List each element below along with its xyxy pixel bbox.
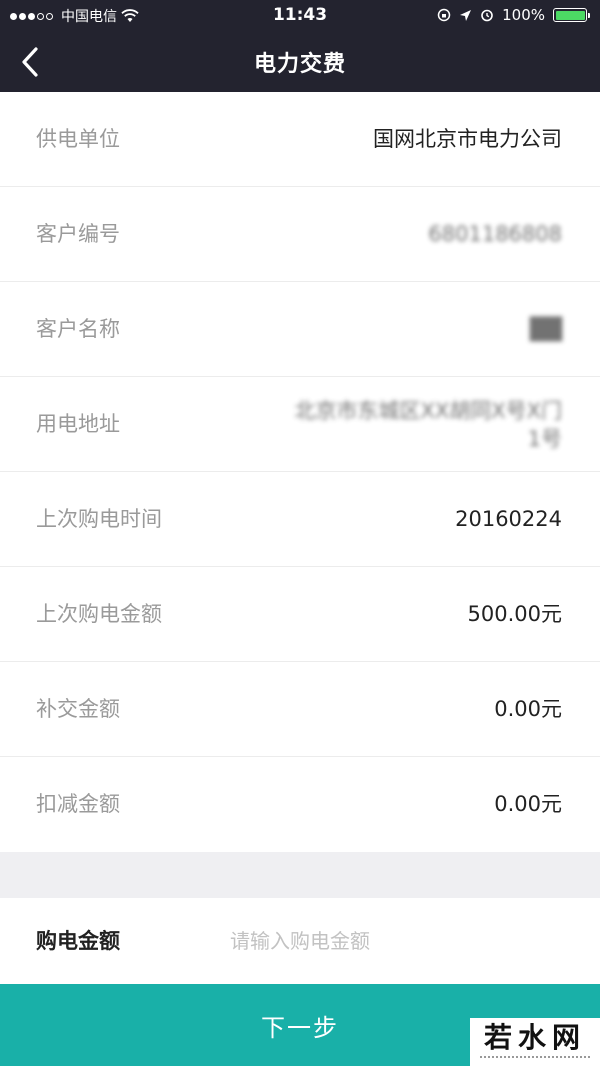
info-row-customer-number: 客户编号 6801186808 bbox=[0, 187, 600, 282]
info-row-supplementary-amount: 补交金额 0.00元 bbox=[0, 662, 600, 757]
info-label: 用电地址 bbox=[36, 412, 120, 436]
info-row-last-purchase-amount: 上次购电金额 500.00元 bbox=[0, 567, 600, 662]
info-row-deduction-amount: 扣减金额 0.00元 bbox=[0, 757, 600, 852]
info-label: 上次购电时间 bbox=[36, 507, 162, 531]
info-value: 北京市东城区XX胡同X号X门 1号 bbox=[294, 377, 562, 472]
nav-bar: 电力交费 bbox=[0, 32, 600, 92]
info-label: 扣减金额 bbox=[36, 792, 120, 816]
purchase-amount-label: 购电金额 bbox=[36, 929, 120, 953]
info-row-customer-name: 客户名称 ██ bbox=[0, 282, 600, 377]
info-value: 国网北京市电力公司 bbox=[373, 127, 562, 151]
info-label: 供电单位 bbox=[36, 127, 120, 151]
purchase-amount-row: 购电金额 bbox=[0, 898, 600, 984]
payment-screen: 中国电信 11:43 100% 电力交费 供电单位 国网北京市电力公司 客户编号… bbox=[0, 0, 600, 1066]
info-label: 补交金额 bbox=[36, 697, 120, 721]
info-label: 上次购电金额 bbox=[36, 602, 162, 626]
watermark-text: 若水网 bbox=[483, 1020, 586, 1054]
info-value: 500.00元 bbox=[467, 602, 562, 626]
info-label: 客户编号 bbox=[36, 222, 120, 246]
location-arrow-icon bbox=[459, 9, 472, 22]
info-row-last-purchase-time: 上次购电时间 20160224 bbox=[0, 472, 600, 567]
info-row-supplier: 供电单位 国网北京市电力公司 bbox=[0, 92, 600, 187]
info-value: 6801186808 bbox=[428, 222, 562, 246]
info-label: 客户名称 bbox=[36, 317, 120, 341]
address-line-2: 1号 bbox=[527, 426, 562, 451]
info-value: 20160224 bbox=[455, 507, 562, 531]
page-title: 电力交费 bbox=[253, 52, 346, 77]
info-value: 0.00元 bbox=[494, 792, 562, 816]
info-value: 0.00元 bbox=[494, 697, 562, 721]
battery-icon bbox=[553, 8, 590, 22]
alarm-icon bbox=[480, 8, 494, 22]
purchase-amount-input[interactable] bbox=[230, 920, 560, 962]
info-row-address: 用电地址 北京市东城区XX胡同X号X门 1号 bbox=[0, 377, 600, 472]
info-value: ██ bbox=[529, 317, 562, 341]
account-info-list: 供电单位 国网北京市电力公司 客户编号 6801186808 客户名称 ██ 用… bbox=[0, 92, 600, 852]
status-bar: 中国电信 11:43 100% bbox=[0, 0, 600, 32]
address-line-1: 北京市东城区XX胡同X号X门 bbox=[294, 398, 562, 423]
lock-rotation-icon bbox=[437, 8, 451, 22]
watermark-logo: 若水网 bbox=[470, 1018, 600, 1066]
battery-percent: 100% bbox=[502, 6, 545, 24]
status-right: 100% bbox=[437, 6, 590, 24]
header: 中国电信 11:43 100% 电力交费 bbox=[0, 0, 600, 92]
